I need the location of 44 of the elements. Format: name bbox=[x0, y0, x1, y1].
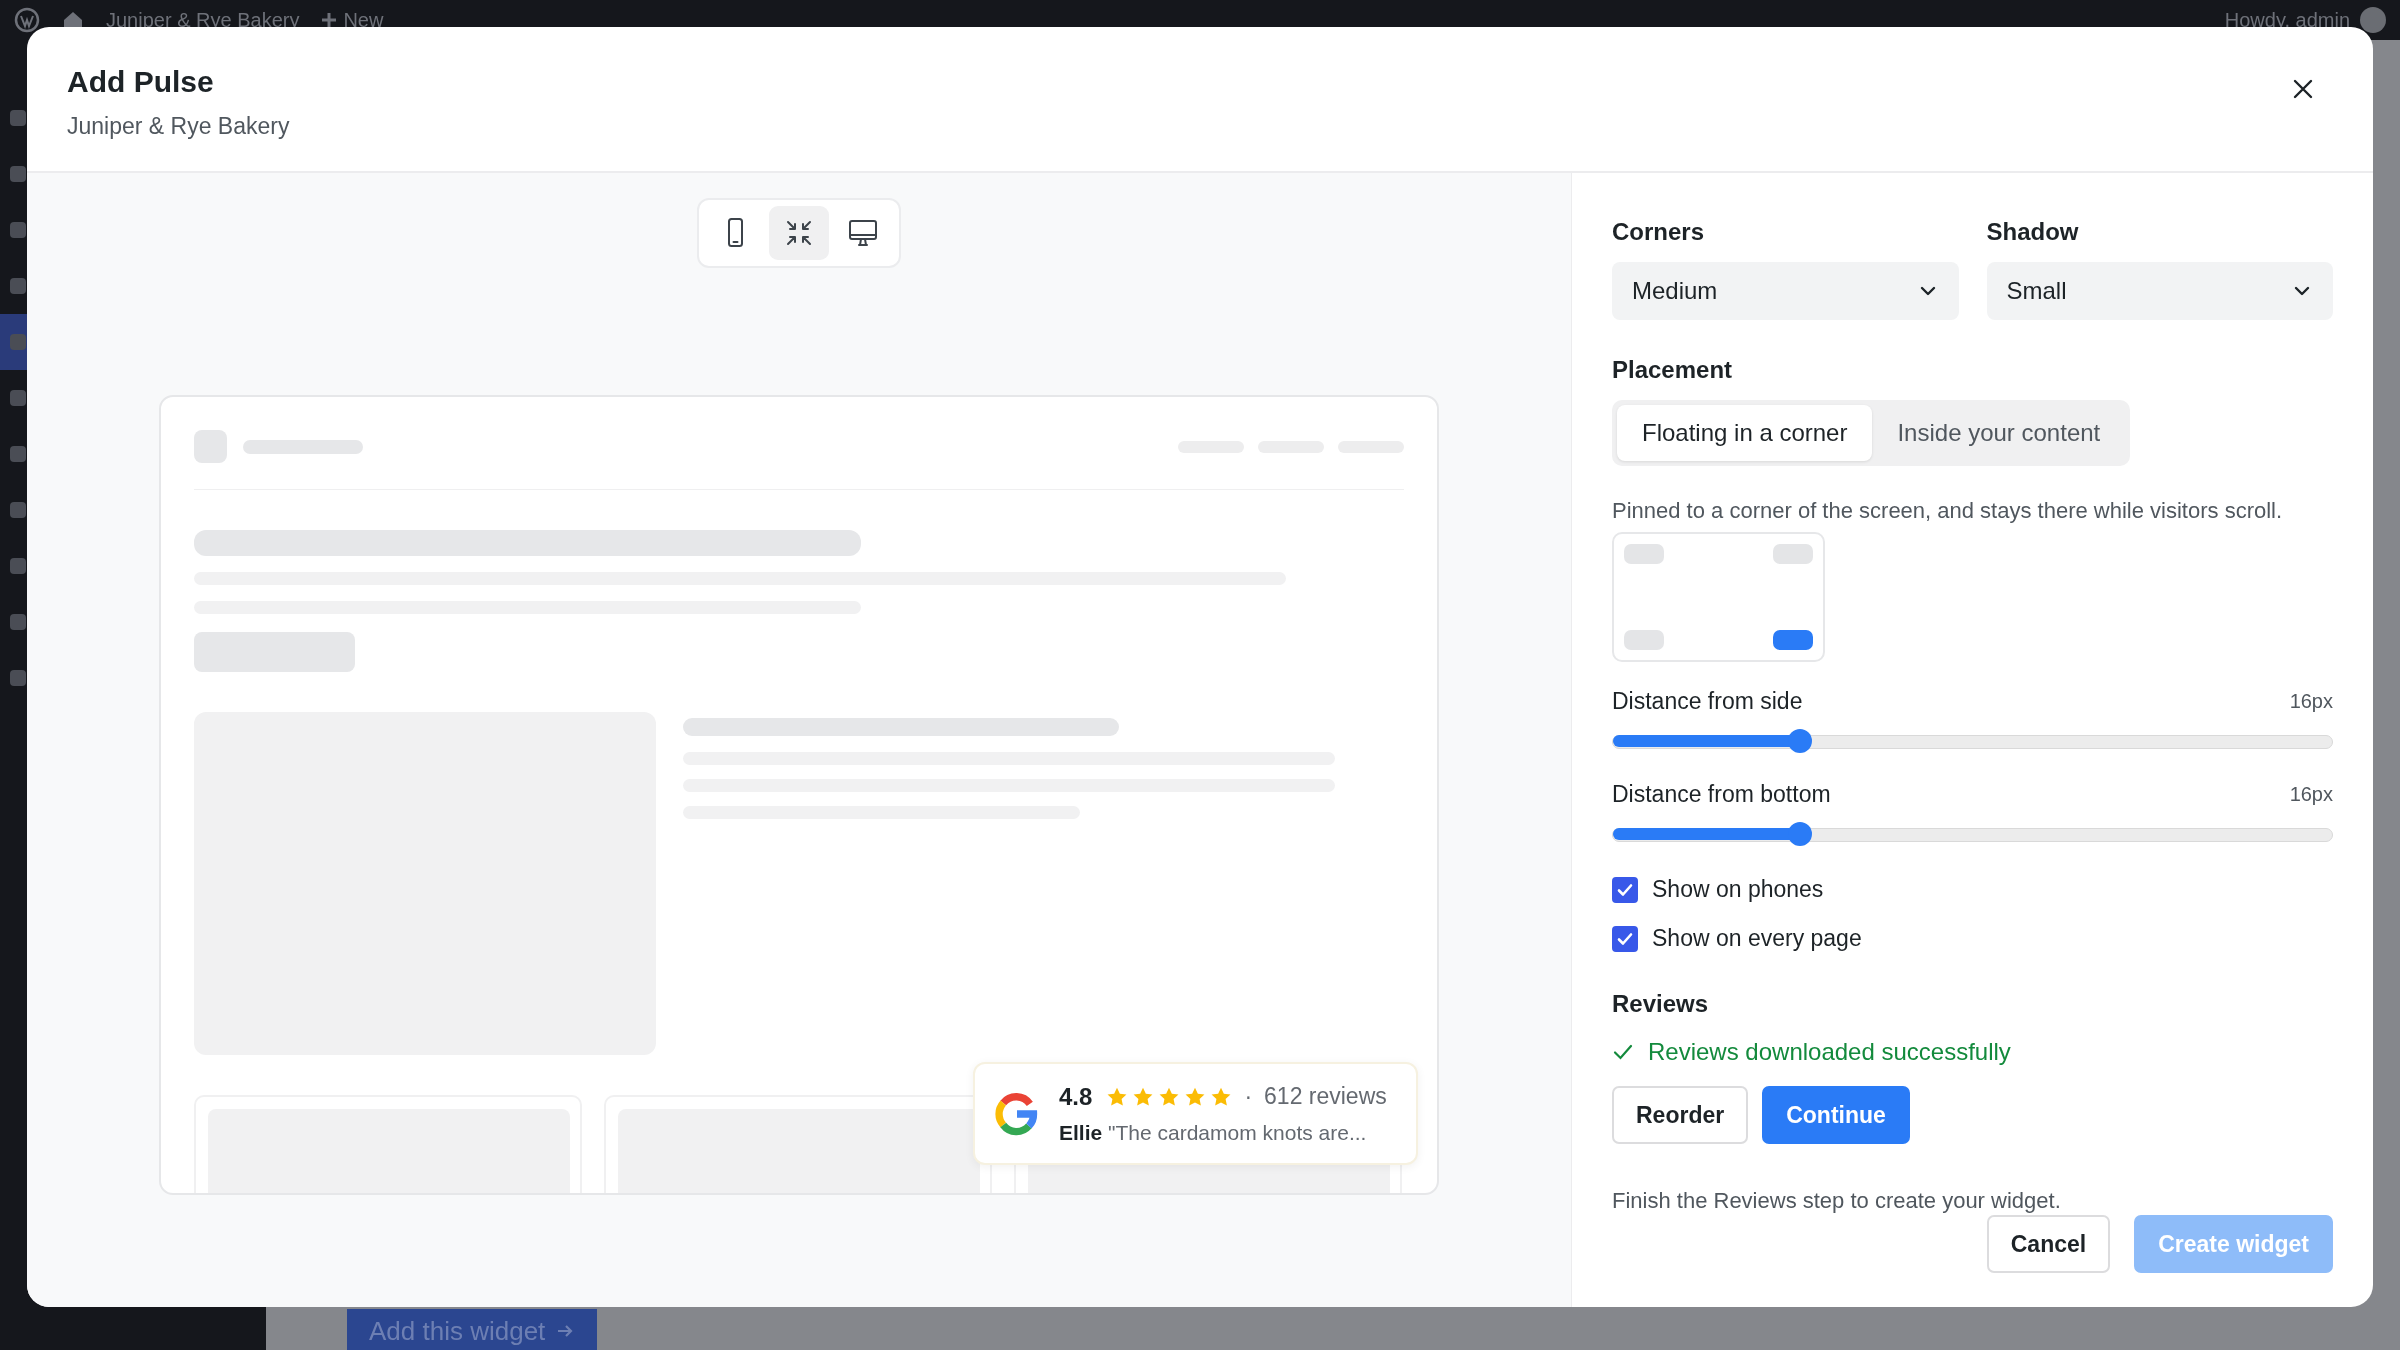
review-quote: "The cardamom knots are... bbox=[1108, 1120, 1367, 1144]
slider-label: Distance from side bbox=[1612, 688, 1803, 715]
checkbox[interactable] bbox=[1612, 925, 1638, 952]
primary-button[interactable]: Continue bbox=[1762, 1086, 1910, 1144]
checkbox-label: Show on every page bbox=[1652, 925, 1862, 952]
separator-dot: · bbox=[1244, 1083, 1253, 1110]
section-heading: Placement bbox=[1612, 356, 1734, 384]
monitor-icon bbox=[848, 218, 878, 248]
shadow-select[interactable]: Small bbox=[1986, 262, 2333, 320]
checkbox-label: Show on phones bbox=[1652, 876, 1824, 903]
view-button[interactable] bbox=[769, 206, 829, 260]
status-message: Reviews downloaded successfully bbox=[1648, 1038, 2011, 1066]
secondary-button[interactable]: Reorder bbox=[1612, 1086, 1749, 1144]
rating-value: 4.8 bbox=[1059, 1082, 1093, 1111]
slider-handle[interactable] bbox=[1787, 821, 1812, 846]
avatar[interactable] bbox=[2360, 7, 2386, 33]
slider-handle[interactable] bbox=[1787, 728, 1812, 753]
corners-select[interactable]: Medium bbox=[1612, 262, 1959, 320]
slider[interactable] bbox=[1612, 729, 2333, 755]
skeleton-block bbox=[194, 430, 227, 463]
slider-value: 16px bbox=[2289, 690, 2333, 713]
corner-option[interactable] bbox=[1773, 630, 1813, 650]
checkbox[interactable] bbox=[1612, 876, 1638, 903]
slider[interactable] bbox=[1612, 822, 2333, 848]
rating-badge[interactable]: 4.8 · 612 reviews Ellie "The cardamom knots are... bbox=[973, 1062, 1418, 1165]
reviewer-name: Ellie bbox=[1059, 1120, 1103, 1144]
dialog-subtitle: Juniper & Rye Bakery bbox=[67, 113, 290, 140]
dialog-title: Add Pulse bbox=[67, 65, 214, 99]
slider-value: 16px bbox=[2289, 783, 2333, 806]
placement-tab[interactable]: Floating in a corner bbox=[1617, 405, 1873, 461]
slider-label: Distance from bottom bbox=[1612, 781, 1831, 808]
collapse-icon bbox=[784, 218, 814, 248]
close-icon bbox=[2292, 78, 2314, 100]
field-label: Corners bbox=[1612, 218, 1706, 246]
placement-tab[interactable]: Inside your content bbox=[1872, 405, 2126, 461]
logo-icon bbox=[995, 1091, 1039, 1136]
field-label: Shadow bbox=[1986, 218, 2080, 246]
logo-icon[interactable] bbox=[14, 7, 40, 33]
helper-text: Finish the Reviews step to create your widget. bbox=[1612, 1188, 2062, 1214]
plus-icon[interactable] bbox=[321, 12, 338, 28]
section-heading: Reviews bbox=[1612, 990, 1710, 1018]
secondary-button[interactable]: Cancel bbox=[1986, 1215, 2111, 1273]
placement-hint: Pinned to a corner of the screen, and stays there while visitors scroll. bbox=[1612, 498, 2284, 524]
review-count: 612 reviews bbox=[1264, 1083, 1387, 1110]
